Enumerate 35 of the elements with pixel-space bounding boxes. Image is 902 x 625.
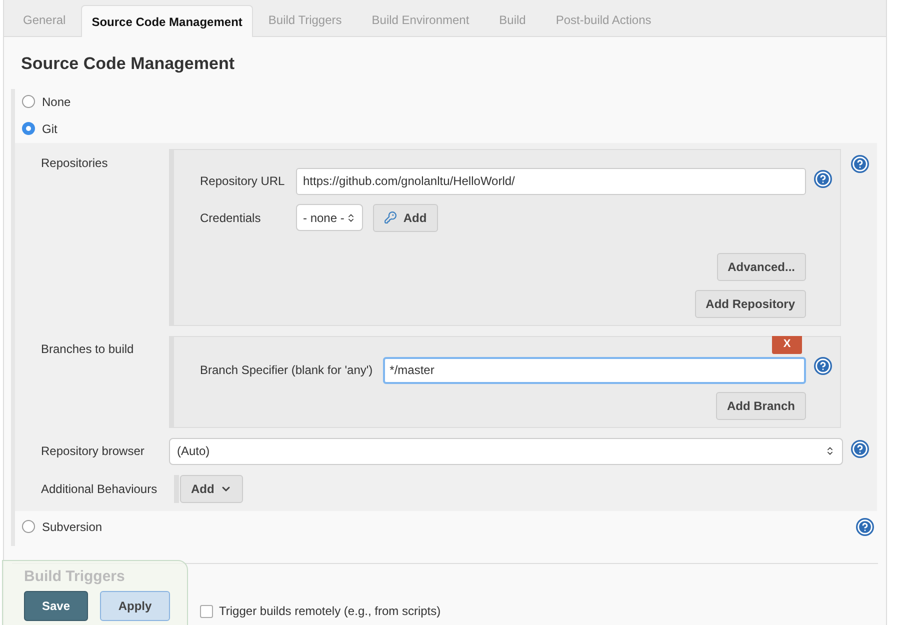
repository-browser-select[interactable]: (Auto) bbox=[169, 438, 843, 464]
section-title: Build Triggers bbox=[23, 566, 126, 586]
help-icon[interactable] bbox=[851, 440, 869, 458]
apply-button[interactable]: Apply bbox=[100, 591, 170, 621]
field-label: Additional Behaviours bbox=[41, 480, 158, 498]
help-icon[interactable] bbox=[814, 170, 832, 188]
repository-url-field[interactable]: https://github.com/gnolanltu/HelloWorld/ bbox=[296, 168, 806, 194]
advanced-button[interactable]: Advanced... bbox=[716, 252, 806, 280]
checkbox[interactable] bbox=[200, 604, 213, 618]
save-button[interactable]: Save bbox=[24, 591, 88, 621]
add-branch-button[interactable]: Add Branch bbox=[716, 392, 806, 420]
tab[interactable]: Source Code Management bbox=[80, 5, 254, 37]
section-title: Source Code Management bbox=[20, 53, 236, 75]
field-label: Branch Specifier (blank for 'any') bbox=[200, 362, 373, 379]
radio-option[interactable]: None bbox=[22, 92, 71, 112]
add-repository-button[interactable]: Add Repository bbox=[694, 290, 806, 318]
option-label: Trigger builds remotely (e.g., from scripts) bbox=[219, 603, 441, 620]
add-credentials-button[interactable]: Add bbox=[373, 204, 438, 232]
help-icon[interactable] bbox=[856, 518, 874, 536]
field-label: Repository browser bbox=[41, 443, 146, 460]
field-label: Repositories bbox=[41, 154, 109, 172]
remove-button[interactable]: X bbox=[772, 336, 802, 354]
field-label: Branches to build bbox=[41, 340, 135, 358]
branch-specifier-field[interactable]: */master bbox=[382, 356, 806, 384]
radio-option[interactable]: Subversion bbox=[22, 516, 102, 536]
radio-option[interactable]: Git bbox=[22, 118, 58, 138]
add-behaviour-button[interactable]: Add bbox=[180, 474, 244, 502]
help-icon[interactable] bbox=[851, 154, 869, 172]
help-icon[interactable] bbox=[814, 356, 832, 374]
field-label: Credentials bbox=[200, 210, 262, 226]
key-icon bbox=[384, 211, 398, 224]
credentials-select[interactable]: - none - bbox=[296, 204, 364, 231]
select-arrows-icon bbox=[825, 446, 835, 456]
field-label: Repository URL bbox=[200, 173, 286, 190]
select-arrows-icon bbox=[346, 212, 356, 222]
